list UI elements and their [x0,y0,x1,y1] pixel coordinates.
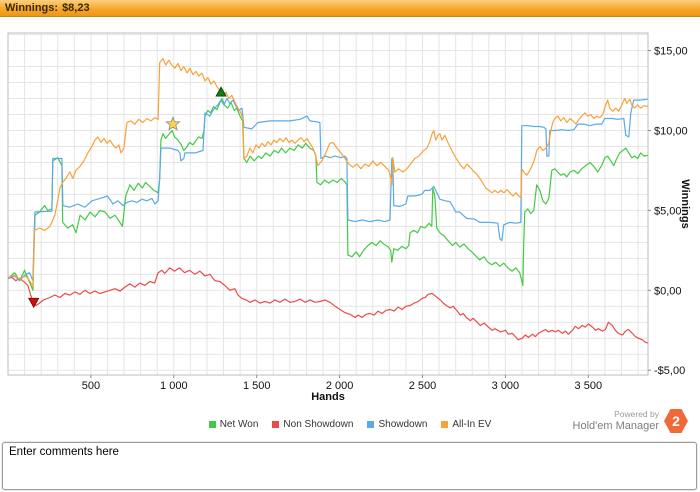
comments-input[interactable]: Enter comments here [2,442,697,490]
holdem-manager-graph-window: Winnings: $8,23 500 1 000 1 500 2 000 2 500 3… [0,0,700,492]
powered-by-text: Powered by [614,408,659,419]
holdem-manager-text: Hold'em Manager [572,419,659,432]
y-tick-15: $15,00 [654,46,688,58]
legend-item-showdown[interactable]: Showdown [367,419,427,430]
legend-item-all-in-ev[interactable]: All-In EV [441,419,491,430]
x-tick-1500: 1 500 [243,380,271,392]
x-tick-1000: 1 000 [160,380,188,392]
x-tick-500: 500 [82,380,100,392]
star-marker [165,115,181,131]
biggest-win-marker [215,86,227,97]
legend-item-non-showdown[interactable]: Non Showdown [272,419,353,430]
plot-border [7,32,649,376]
x-tick-2500: 2 500 [409,380,437,392]
x-axis-title: Hands [311,391,345,403]
legend-swatch-icon [441,421,449,428]
legend-swatch-icon [272,421,280,428]
chart-series [7,57,648,344]
legend-label: All-In EV [452,419,492,430]
x-axis-ticks: 500 1 000 1 500 2 000 2 500 3 000 3 500 [82,375,602,392]
winnings-label: Winnings: [5,2,59,14]
y-tick-5: $5,00 [654,205,682,217]
legend-swatch-icon [367,421,375,428]
y-axis-title: Winnings [679,179,691,228]
winnings-chart: 500 1 000 1 500 2 000 2 500 3 000 3 500 $15,00… [7,32,691,403]
x-tick-3500: 3 500 [575,380,603,392]
chart-gridlines [8,33,648,375]
legend-swatch-icon [208,421,216,428]
x-tick-3000: 3 000 [492,380,520,392]
winnings-title-bar: Winnings: $8,23 [0,0,700,17]
series-non-showdown [7,267,648,344]
y-tick-0: $0,00 [654,285,682,297]
y-tick-10: $10,00 [654,125,688,137]
legend-item-net-won[interactable]: Net Won [208,419,259,430]
y-tick--5: -$5,00 [654,365,685,377]
holdem-manager-branding: Powered by Hold'em Manager 2 [573,409,688,433]
legend-label: Net Won [219,419,259,430]
legend-label: Showdown [378,419,428,430]
holdem-manager-2-badge-icon: 2 [664,409,688,433]
winnings-value: $8,23 [62,2,90,14]
legend-label: Non Showdown [283,419,354,430]
